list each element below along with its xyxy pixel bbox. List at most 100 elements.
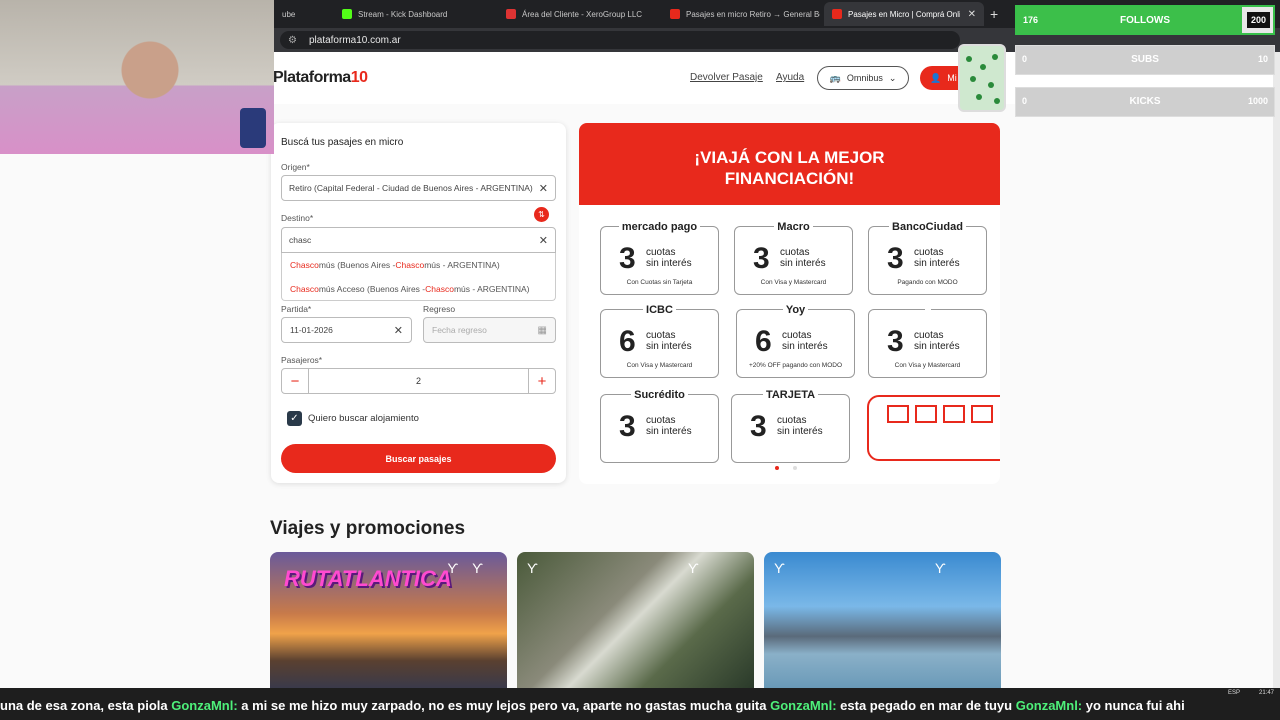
departure-date-value: 11-01-2026 bbox=[290, 325, 333, 335]
lodging-label[interactable]: Quiero buscar alojamiento bbox=[308, 413, 419, 424]
tab-label: Área del Cliente - XeroGroup LLC bbox=[522, 9, 643, 19]
plataforma10-icon bbox=[670, 9, 680, 19]
follows-goal-widget: 176 FOLLOWS 200 bbox=[1015, 5, 1275, 35]
financing-banner[interactable]: ¡VIAJÁ CON LA MEJOR FINANCIACIÓN! mercado… bbox=[579, 123, 1000, 484]
offer-condition: Con Visa y Mastercard bbox=[626, 362, 693, 369]
tab-label: Pasajes en micro Retiro → General Be bbox=[686, 9, 820, 19]
passengers-value[interactable]: 2 bbox=[308, 369, 529, 393]
return-ticket-link[interactable]: Devolver Pasaje bbox=[690, 72, 763, 83]
bank-logo: ICBC bbox=[601, 304, 718, 316]
tab-xerogroup[interactable]: Área del Cliente - XeroGroup LLC bbox=[498, 2, 658, 26]
origin-field[interactable]: Retiro (Capital Federal - Ciudad de Buen… bbox=[281, 175, 556, 201]
tip-jar-icon bbox=[958, 44, 1006, 112]
new-tab-icon[interactable]: + bbox=[990, 6, 998, 22]
financing-offer-card: 3 cuotas sin interés Con Visa y Mastercard bbox=[868, 304, 987, 378]
offer-condition: Pagando con MODO bbox=[897, 279, 958, 286]
promo-card[interactable]: RUTATLANTICA ϒϒ bbox=[270, 552, 507, 688]
subs-label: SUBS bbox=[1131, 54, 1159, 65]
departure-date-field[interactable]: 11-01-2026 ✕ bbox=[281, 317, 412, 343]
financing-offer-card: ICBC 6 cuotas sin interés Con Visa y Masterc… bbox=[600, 304, 719, 378]
carousel-dot[interactable] bbox=[793, 466, 797, 470]
chat-message: yo nunca fui ahi bbox=[1082, 698, 1185, 713]
suggestion-item[interactable]: Chasco mús (Buenos Aires - Chasco mús - AR… bbox=[282, 253, 555, 277]
tab-kick-dashboard[interactable]: Stream - Kick Dashboard bbox=[334, 2, 494, 26]
swap-icon[interactable]: ⇅ bbox=[534, 207, 549, 222]
account-button-label: Mi bbox=[947, 73, 957, 83]
lodging-checkbox[interactable]: ✓ bbox=[287, 411, 302, 426]
departure-label: Partida* bbox=[281, 304, 312, 314]
kicks-goal: 1000 bbox=[1247, 96, 1268, 106]
page-scrollbar[interactable] bbox=[1273, 52, 1280, 688]
installments-text: cuotas sin interés bbox=[646, 247, 692, 269]
clear-origin-icon[interactable]: ✕ bbox=[539, 182, 548, 195]
site-logo[interactable]: Plataforma10 bbox=[273, 69, 368, 87]
help-link[interactable]: Ayuda bbox=[776, 72, 804, 83]
return-date-placeholder: Fecha regreso bbox=[432, 325, 487, 335]
suggestion-item[interactable]: Chasco mús Acceso (Buenos Aires - Chasco m… bbox=[282, 277, 555, 301]
clear-date-icon[interactable]: ✕ bbox=[394, 324, 403, 337]
webcam-device bbox=[240, 108, 266, 148]
bus-illustration bbox=[867, 395, 1000, 461]
installments-text: cuotas sin interés bbox=[777, 415, 823, 437]
suggestion-match: Chasco bbox=[425, 284, 454, 294]
destination-value: chasc bbox=[289, 235, 312, 245]
decrement-button[interactable]: − bbox=[282, 369, 308, 393]
chat-message: a mi se me hizo muy zarpado, no es muy l… bbox=[237, 698, 771, 713]
installments-text: cuotas sin interés bbox=[646, 330, 692, 352]
tab-label: Pasajes en Micro | Comprá Onlin bbox=[848, 9, 960, 19]
tab-pasajes-active[interactable]: Pasajes en Micro | Comprá Onlin ✕ bbox=[824, 2, 984, 26]
site-info-icon[interactable]: ⚙ bbox=[288, 35, 297, 46]
bank-logo bbox=[869, 304, 986, 316]
destination-field[interactable]: chasc ✕ bbox=[281, 227, 556, 253]
promotions-title: Viajes y promociones bbox=[270, 518, 466, 539]
suggestion-match: Chasco bbox=[290, 284, 319, 294]
banner-headline-line1: ¡VIAJÁ CON LA MEJOR bbox=[694, 148, 885, 167]
carousel-dots bbox=[775, 466, 797, 470]
bus-window bbox=[971, 405, 993, 423]
taskbar-clock[interactable]: 21:47 bbox=[1259, 690, 1274, 696]
xero-icon bbox=[506, 9, 516, 19]
installments-text: cuotas sin interés bbox=[646, 415, 692, 437]
installments-count: 3 bbox=[619, 410, 636, 443]
bank-logo: Yoy bbox=[737, 304, 854, 316]
financing-offer-card: BancoCiudad 3 cuotas sin interés Pagando con… bbox=[868, 221, 987, 295]
installments-text: cuotas sin interés bbox=[914, 330, 960, 352]
financing-offer-card: Sucrédito 3 cuotas sin interés bbox=[600, 389, 719, 463]
increment-button[interactable]: + bbox=[529, 369, 555, 393]
tab-pasajes-retiro[interactable]: Pasajes en micro Retiro → General Be bbox=[662, 2, 820, 26]
kicks-label: KICKS bbox=[1129, 96, 1161, 107]
user-icon: 👤 bbox=[930, 72, 942, 83]
url-field[interactable]: ⚙ plataforma10.com.ar bbox=[280, 31, 960, 49]
installments-count: 3 bbox=[887, 325, 904, 358]
calendar-icon[interactable]: ▦ bbox=[538, 325, 547, 336]
kick-icon bbox=[342, 9, 352, 19]
bus-window bbox=[887, 405, 909, 423]
close-tab-icon[interactable]: ✕ bbox=[968, 9, 976, 20]
suggestion-text: mús Acceso (Buenos Aires - bbox=[318, 284, 426, 294]
installments-count: 6 bbox=[755, 325, 772, 358]
offer-condition: Con Cuotas sin Tarjeta bbox=[626, 279, 693, 286]
clear-destination-icon[interactable]: ✕ bbox=[539, 234, 548, 247]
bank-logo: mercado pago bbox=[601, 221, 718, 233]
chat-username: GonzaMnl: bbox=[770, 698, 837, 713]
offer-condition: Con Visa y Mastercard bbox=[894, 362, 961, 369]
banner-headline-line2: FINANCIACIÓN! bbox=[724, 169, 855, 188]
search-button[interactable]: Buscar pasajes bbox=[281, 444, 556, 473]
bus-window bbox=[915, 405, 937, 423]
tab-youtube[interactable]: ube bbox=[274, 2, 332, 26]
subs-goal-widget: 0 SUBS 10 bbox=[1015, 45, 1275, 75]
installments-count: 6 bbox=[619, 325, 636, 358]
financing-offer-card: mercado pago 3 cuotas sin interés Con Cuotas… bbox=[600, 221, 719, 295]
return-date-field[interactable]: Fecha regreso ▦ bbox=[423, 317, 556, 343]
carousel-dot[interactable] bbox=[775, 466, 779, 470]
financing-offer-card: Yoy 6 cuotas sin interés +20% OFF pagando co… bbox=[736, 304, 855, 378]
promo-card[interactable]: ϒϒ bbox=[517, 552, 754, 688]
chat-ticker-text: una de esa zona, esta piola GonzaMnl: a … bbox=[0, 698, 1185, 713]
chat-message: una de esa zona, esta piola bbox=[0, 698, 172, 713]
bank-logo: Sucrédito bbox=[601, 389, 718, 401]
transport-selector[interactable]: 🚌 Omnibus ⌄ bbox=[817, 66, 909, 90]
promo-card[interactable]: ϒϒ bbox=[764, 552, 1001, 688]
keyboard-language[interactable]: ESP bbox=[1228, 690, 1240, 696]
plataforma10-icon bbox=[832, 9, 842, 19]
origin-value: Retiro (Capital Federal - Ciudad de Buen… bbox=[289, 183, 533, 193]
